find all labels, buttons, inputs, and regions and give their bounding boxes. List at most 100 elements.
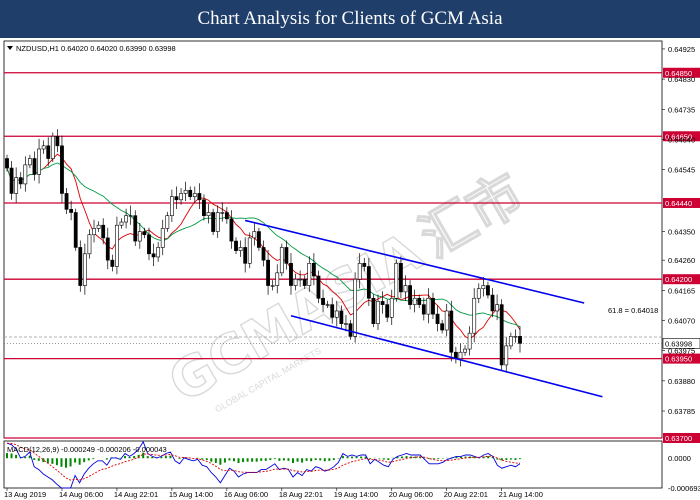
symbol-header: NZDUSD,H1 0.64020 0.64020 0.63990 0.6399… xyxy=(16,44,176,53)
candle-body xyxy=(321,297,325,305)
candle-body xyxy=(435,313,440,324)
candle-body xyxy=(156,247,161,258)
x-tick-label: 18 Aug 22:01 xyxy=(279,490,323,499)
candle-body xyxy=(513,336,518,338)
candle-body xyxy=(504,345,509,366)
candle-body xyxy=(444,310,449,331)
x-tick-label: 21 Aug 14:00 xyxy=(499,490,543,499)
candle-body xyxy=(55,135,60,147)
candle-body xyxy=(179,193,183,201)
candle-body xyxy=(275,272,280,286)
candle-body xyxy=(105,237,110,261)
chart-banner: Chart Analysis for Clients of GCM Asia xyxy=(0,0,700,38)
candle-body xyxy=(403,285,408,293)
candle-body xyxy=(37,148,41,175)
macd-y-tick-label: 0.0000 xyxy=(668,454,691,463)
candle-body xyxy=(234,240,238,251)
candle-body xyxy=(197,193,202,201)
x-tick-label: 15 Aug 14:00 xyxy=(169,490,213,499)
candle-body xyxy=(252,231,257,239)
candle-body xyxy=(147,234,151,255)
y-tick-label: 0.64350 xyxy=(668,228,695,237)
candle-body xyxy=(417,297,422,305)
y-tick-label: 0.64640 xyxy=(668,135,695,144)
y-tick-label: 0.64830 xyxy=(668,75,695,84)
candle-body xyxy=(458,351,463,359)
candle-body xyxy=(238,247,243,251)
candle-body xyxy=(289,263,293,286)
price-chart: GCMASIA 汇市 GLOBAL CAPITAL MARKETS 0.6492… xyxy=(0,38,700,500)
candle-body xyxy=(169,196,174,216)
x-tick-label: 20 Aug 22:01 xyxy=(444,490,488,499)
price-tag-label: 0.64440 xyxy=(665,199,692,208)
candle-body xyxy=(220,212,225,214)
candle-body xyxy=(18,177,23,185)
x-tick-label: 19 Aug 14:00 xyxy=(334,490,378,499)
candle-body xyxy=(69,209,74,213)
candle-body xyxy=(376,301,380,324)
candle-body xyxy=(133,215,138,242)
candle-body xyxy=(518,336,522,344)
candle-body xyxy=(257,231,261,248)
x-tick-label: 16 Aug 06:00 xyxy=(224,490,268,499)
candle-body xyxy=(46,145,51,159)
candle-body xyxy=(330,304,335,318)
candle-body xyxy=(399,263,403,293)
candle-body xyxy=(160,228,165,248)
candle-body xyxy=(412,297,417,305)
candle-body xyxy=(183,189,188,194)
y-tick-label: 0.64925 xyxy=(668,45,695,54)
candle-body xyxy=(78,247,83,286)
candle-body xyxy=(215,212,220,232)
candle-body xyxy=(270,285,275,287)
candle-body xyxy=(366,266,371,299)
candle-body xyxy=(73,212,78,248)
candle-body xyxy=(311,263,316,277)
candle-body xyxy=(23,164,28,185)
candle-body xyxy=(426,297,431,315)
candle-body xyxy=(202,199,206,216)
candle-body xyxy=(266,259,270,286)
candle-body xyxy=(481,285,486,290)
candle-body xyxy=(408,285,412,305)
candle-body xyxy=(188,189,193,197)
candle-body xyxy=(302,278,307,286)
x-tick-label: 13 Aug 2019 xyxy=(4,490,46,499)
candle-body xyxy=(247,237,252,264)
candle-body xyxy=(101,224,106,239)
candle-body xyxy=(41,145,46,150)
candle-body xyxy=(307,263,312,286)
candle-body xyxy=(142,231,147,236)
candle-body xyxy=(32,158,37,175)
candle-body xyxy=(334,310,339,318)
macd-y-tick-label: -0.000693 xyxy=(668,484,700,493)
candle-body xyxy=(344,323,348,325)
candle-body xyxy=(128,215,133,217)
price-tag-label: 0.63950 xyxy=(665,355,692,364)
candle-body xyxy=(339,310,344,324)
candle-body xyxy=(362,263,367,267)
banner-title: Chart Analysis for Clients of GCM Asia xyxy=(197,8,503,29)
candle-body xyxy=(490,294,495,312)
candle-body xyxy=(110,259,115,267)
x-tick-label: 14 Aug 22:01 xyxy=(114,490,158,499)
candle-body xyxy=(211,212,216,232)
candle-body xyxy=(431,297,435,315)
y-tick-label: 0.63785 xyxy=(668,407,695,416)
candle-body xyxy=(325,304,330,306)
candle-body xyxy=(380,301,385,305)
candle-body xyxy=(92,228,96,236)
x-tick-label: 14 Aug 06:00 xyxy=(59,490,103,499)
candle-body xyxy=(508,336,513,347)
candle-body xyxy=(421,304,426,315)
candle-body xyxy=(165,215,170,229)
candle-body xyxy=(261,247,266,261)
candle-body xyxy=(394,263,399,299)
candle-body xyxy=(353,278,358,337)
candle-body xyxy=(348,323,353,337)
candle-body xyxy=(87,234,92,255)
price-tag-label: 0.64200 xyxy=(665,275,692,284)
candle-body xyxy=(476,288,481,299)
candle-body xyxy=(495,304,499,312)
candle-body xyxy=(28,158,32,166)
